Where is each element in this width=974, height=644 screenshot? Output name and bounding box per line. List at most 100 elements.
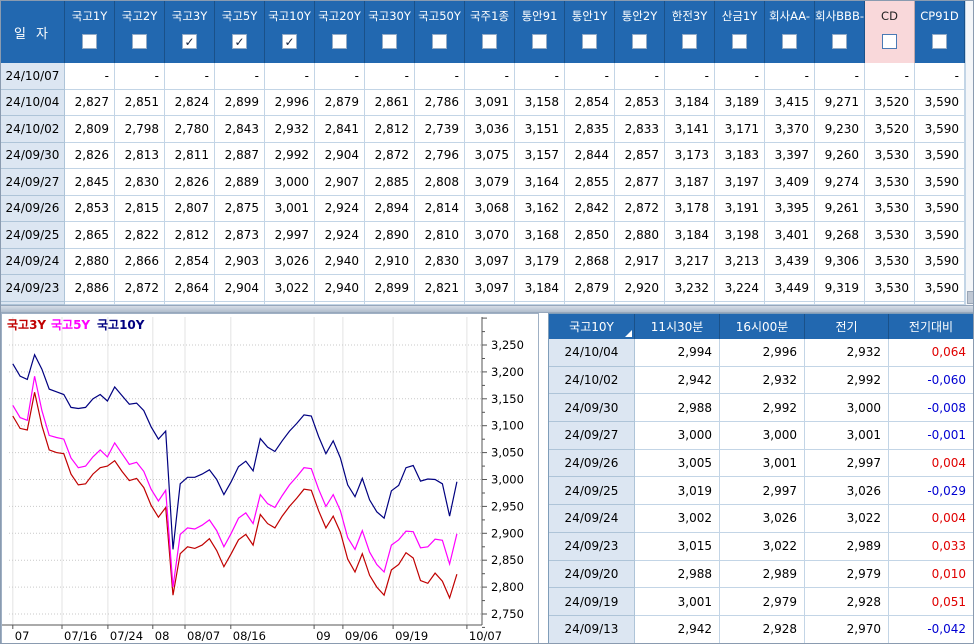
column-checkbox[interactable]: ✓ [682,34,697,49]
table-row[interactable]: 24/10/07------------------ [1,63,965,90]
column-header-국고1Y[interactable]: 국고1Y✓ [65,1,115,63]
svg-text:09/19: 09/19 [395,629,428,643]
column-checkbox[interactable]: ✓ [182,34,197,49]
detail-table-row[interactable]: 24/09/302,9882,9923,000-0,008 [549,394,974,422]
column-checkbox[interactable]: ✓ [832,34,847,49]
column-checkbox[interactable]: ✓ [532,34,547,49]
date-column-header[interactable]: 일 자 [1,1,65,63]
column-header-통안91[interactable]: 통안91✓ [515,1,565,63]
column-checkbox[interactable]: ✓ [482,34,497,49]
table-row[interactable]: 24/09/252,8652,8222,8122,8732,9972,9242,… [1,222,965,249]
column-checkbox[interactable]: ✓ [582,34,597,49]
rate-cell: 3,079 [465,169,515,196]
column-checkbox[interactable]: ✓ [882,34,897,49]
column-header-CD[interactable]: CD✓ [865,1,915,63]
detail-table-row[interactable]: 24/09/132,9422,9282,970-0,042 [549,616,974,644]
rate-cell: 3,449 [765,275,815,302]
vertical-scrollbar[interactable] [965,1,974,305]
rate-cell: 2,992 [265,143,315,170]
column-header-회사AA-[interactable]: 회사AA- ✓ [765,1,815,63]
column-header-국고30Y[interactable]: 국고30Y✓ [365,1,415,63]
rate-cell: 3,184 [665,222,715,249]
table-row[interactable]: 24/09/242,8802,8662,8542,9033,0262,9402,… [1,249,965,276]
rate-cell: 9,306 [815,249,865,276]
table-row[interactable]: 24/10/022,8092,7982,7802,8432,9322,8412,… [1,116,965,143]
detail-table-row[interactable]: 24/10/022,9422,9322,992-0,060 [549,367,974,395]
detail-table-row[interactable]: 24/09/243,0023,0263,0220,004 [549,505,974,533]
row-date-cell: 24/09/24 [1,249,65,276]
detail-header-4[interactable]: 전기대비 [889,314,974,339]
column-header-국고2Y[interactable]: 국고2Y✓ [115,1,165,63]
column-checkbox[interactable]: ✓ [632,34,647,49]
rate-cell: - [765,63,815,90]
table-row[interactable]: 24/09/272,8452,8302,8262,8893,0002,9072,… [1,169,965,196]
column-header-통안2Y[interactable]: 통안2Y✓ [615,1,665,63]
rate-cell: 3,439 [765,249,815,276]
column-header-통안1Y[interactable]: 통안1Y✓ [565,1,615,63]
scrollbar-thumb[interactable] [967,291,974,304]
column-header-국고10Y[interactable]: 국고10Y✓ [265,1,315,63]
column-checkbox[interactable]: ✓ [332,34,347,49]
column-header-국주1종[interactable]: 국주1종✓ [465,1,515,63]
column-checkbox[interactable]: ✓ [132,34,147,49]
detail-header-3[interactable]: 전기 [805,314,889,339]
column-checkbox[interactable]: ✓ [382,34,397,49]
rate-cell: 2,821 [415,275,465,302]
column-checkbox[interactable]: ✓ [432,34,447,49]
detail-table-row[interactable]: 24/09/193,0012,9792,9280,051 [549,588,974,616]
column-checkbox-wrap: ✓ [615,30,664,63]
rate-cell: 2,861 [365,90,415,117]
detail-table-row[interactable]: 24/09/263,0053,0012,9970,004 [549,450,974,478]
detail-table-row[interactable]: 24/10/042,9942,9962,9320,064 [549,339,974,367]
table-row[interactable]: 24/09/302,8262,8132,8112,8872,9922,9042,… [1,143,965,170]
rate-cell: 2,833 [615,116,665,143]
svg-text:2,950: 2,950 [491,499,524,513]
row-date-cell: 24/10/02 [1,116,65,143]
detail-table-row[interactable]: 24/09/273,0003,0003,001-0,001 [549,422,974,450]
column-checkbox[interactable]: ✓ [732,34,747,49]
rate-cell: 3,171 [715,116,765,143]
rate-cell: 3,036 [465,116,515,143]
column-checkbox[interactable]: ✓ [782,34,797,49]
detail-header-2[interactable]: 16시00분 [720,314,805,339]
rate-cell: 2,841 [315,116,365,143]
table-row[interactable]: 24/09/232,8862,8722,8642,9043,0222,9402,… [1,275,965,302]
value-cell: 3,022 [805,505,889,533]
column-header-CP91D[interactable]: CP91D✓ [915,1,965,63]
column-header-한전3Y[interactable]: 한전3Y✓ [665,1,715,63]
detail-header-1[interactable]: 11시30분 [635,314,720,339]
column-header-국고20Y[interactable]: 국고20Y✓ [315,1,365,63]
column-checkbox[interactable]: ✓ [82,34,97,49]
change-cell: 0,010 [889,561,974,589]
row-date-cell: 24/09/26 [1,196,65,223]
column-checkbox[interactable]: ✓ [932,34,947,49]
rate-cell: 3,232 [665,275,715,302]
table-row[interactable]: 24/10/042,8272,8512,8242,8992,9962,8792,… [1,90,965,117]
value-cell: 2,997 [805,450,889,478]
column-header-산금1Y[interactable]: 산금1Y✓ [715,1,765,63]
rate-cell: 2,886 [65,275,115,302]
column-header-국고50Y[interactable]: 국고50Y✓ [415,1,465,63]
rate-cell: 2,814 [415,196,465,223]
value-cell: 3,001 [635,588,720,616]
rate-cell: 2,940 [315,249,365,276]
column-checkbox[interactable]: ✓ [232,34,247,49]
rate-cell: 3,395 [765,196,815,223]
detail-table-row[interactable]: 24/09/233,0153,0222,9890,033 [549,533,974,561]
horizontal-splitter[interactable] [1,305,974,313]
column-header-label: 회사AA- [765,1,814,30]
column-checkbox[interactable]: ✓ [282,34,297,49]
bond-rate-window: 일 자 국고1Y✓국고2Y✓국고3Y✓국고5Y✓국고10Y✓국고20Y✓국고30… [0,0,974,644]
column-checkbox-wrap: ✓ [665,30,714,63]
detail-table-row[interactable]: 24/09/202,9882,9892,9790,010 [549,561,974,589]
rate-cell: 2,842 [565,196,615,223]
column-header-국고3Y[interactable]: 국고3Y✓ [165,1,215,63]
table-row[interactable]: 24/09/262,8532,8152,8072,8753,0012,9242,… [1,196,965,223]
rate-cell: 2,826 [65,143,115,170]
column-header-회사BBB-[interactable]: 회사BBB-✓ [815,1,865,63]
rate-cell: 2,826 [165,169,215,196]
detail-header-0[interactable]: 국고10Y [549,314,635,339]
detail-table-row[interactable]: 24/09/253,0192,9973,026-0,029 [549,477,974,505]
column-header-국고5Y[interactable]: 국고5Y✓ [215,1,265,63]
value-cell: 2,992 [805,367,889,395]
